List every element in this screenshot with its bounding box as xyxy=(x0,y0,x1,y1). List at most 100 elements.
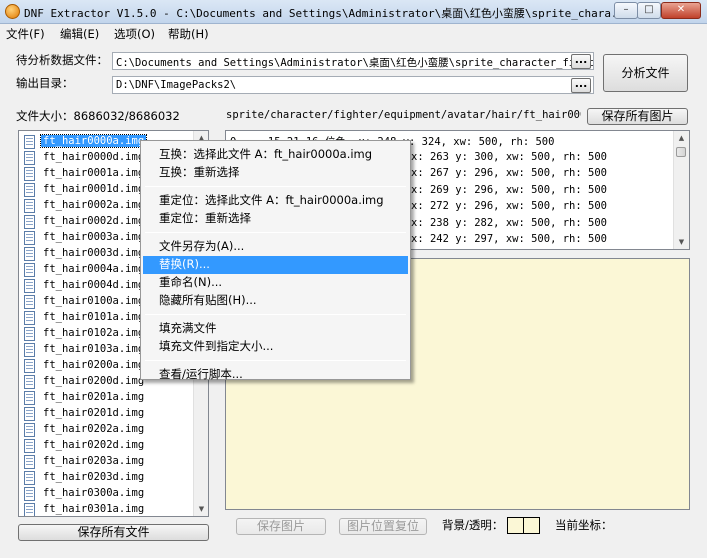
file-name: ft_hair0203a.img xyxy=(43,455,145,467)
file-name: ft_hair0300a.img xyxy=(43,487,145,499)
file-icon xyxy=(24,199,35,213)
frame-list-item[interactable]: x: 238 y: 282, xw: 500, rh: 500 xyxy=(411,217,607,233)
file-list-item[interactable]: ft_hair0301a.img xyxy=(19,502,193,516)
frame-list-item[interactable]: x: 269 y: 296, xw: 500, rh: 500 xyxy=(411,184,607,200)
file-icon xyxy=(24,263,35,277)
context-menu-item[interactable]: 隐藏所有贴图(H)... xyxy=(143,292,408,310)
source-file-input[interactable]: C:\Documents and Settings\Administrator\… xyxy=(112,52,594,70)
file-name: ft_hair0301a.img xyxy=(43,503,145,515)
file-icon xyxy=(24,231,35,245)
file-name: ft_hair0202a.img xyxy=(43,423,145,435)
context-menu-item[interactable]: 重定位：选择此文件 A：ft_hair0000a.img xyxy=(143,192,408,210)
file-icon xyxy=(24,439,35,453)
save-image-button[interactable]: 保存图片 xyxy=(236,518,326,535)
close-button[interactable]: ✕ xyxy=(661,2,701,19)
file-name: ft_hair0003d.img xyxy=(43,247,145,259)
frame-list-item[interactable]: x: 267 y: 296, xw: 500, rh: 500 xyxy=(411,167,607,183)
file-name: ft_hair0004a.img xyxy=(43,263,145,275)
background-color-swatch[interactable] xyxy=(507,517,524,534)
frame-list-scrollbar[interactable]: ▲ ▼ xyxy=(673,131,689,249)
context-menu-item[interactable]: 查看/运行脚本... xyxy=(143,366,408,384)
maximize-button[interactable]: □ xyxy=(637,2,661,19)
file-name: ft_hair0202d.img xyxy=(43,439,145,451)
output-dir-input[interactable]: D:\DNF\ImagePacks2\ xyxy=(112,76,594,94)
file-icon xyxy=(24,151,35,165)
context-menu-item[interactable]: 重定位：重新选择 xyxy=(143,210,408,228)
file-name: ft_hair0203d.img xyxy=(43,471,145,483)
file-icon xyxy=(24,455,35,469)
save-all-files-button[interactable]: 保存所有文件 xyxy=(18,524,209,541)
context-menu-separator xyxy=(145,232,406,233)
file-name: ft_hair0001d.img xyxy=(43,183,145,195)
file-list-item[interactable]: ft_hair0202a.img xyxy=(19,422,193,438)
file-name: ft_hair0101a.img xyxy=(43,311,145,323)
file-name: ft_hair0000a.img xyxy=(39,134,148,148)
file-list-item[interactable]: ft_hair0203d.img xyxy=(19,470,193,486)
transparent-color-swatch[interactable] xyxy=(523,517,540,534)
context-menu-separator xyxy=(145,360,406,361)
context-menu: 互换：选择此文件 A：ft_hair0000a.img 互换：重新选择 重定位：选择… xyxy=(140,140,411,381)
current-path-text: sprite/character/fighter/equipment/avata… xyxy=(226,109,581,121)
window-title: DNF Extractor V1.5.0 - C:\Documents and … xyxy=(24,7,631,20)
app-icon xyxy=(5,4,20,19)
file-icon xyxy=(24,407,35,421)
source-file-label: 待分析数据文件： xyxy=(16,53,108,67)
background-label: 背景/透明： xyxy=(442,518,504,532)
file-name: ft_hair0201d.img xyxy=(43,407,145,419)
file-name: ft_hair0002a.img xyxy=(43,199,145,211)
menu-help[interactable]: 帮助(H) xyxy=(168,26,209,42)
file-icon xyxy=(24,295,35,309)
file-list-item[interactable]: ft_hair0201a.img xyxy=(19,390,193,406)
context-menu-item[interactable]: 重命名(N)... xyxy=(143,274,408,292)
frame-scroll-thumb[interactable] xyxy=(676,147,686,157)
menu-file[interactable]: 文件(F) xyxy=(6,26,45,42)
file-icon xyxy=(24,343,35,357)
menu-options[interactable]: 选项(O) xyxy=(114,26,155,42)
file-list-item[interactable]: ft_hair0202d.img xyxy=(19,438,193,454)
browse-output-button[interactable]: ... xyxy=(571,78,591,93)
context-menu-item[interactable]: 填充文件到指定大小... xyxy=(143,338,408,356)
context-menu-item[interactable]: 互换：重新选择 xyxy=(143,164,408,182)
context-menu-item[interactable]: 替换(R)... xyxy=(143,256,408,274)
reset-position-button[interactable]: 图片位置复位 xyxy=(339,518,427,535)
output-dir-label: 输出目录： xyxy=(16,76,74,90)
file-icon xyxy=(24,471,35,485)
context-menu-item[interactable]: 填充满文件 xyxy=(143,320,408,338)
context-menu-separator xyxy=(145,186,406,187)
scroll-down-icon[interactable]: ▼ xyxy=(194,502,208,516)
frame-list-item[interactable]: x: 242 y: 297, xw: 500, rh: 500 xyxy=(411,233,607,249)
file-icon xyxy=(24,391,35,405)
file-icon xyxy=(24,215,35,229)
frame-list-item[interactable]: x: 272 y: 296, xw: 500, rh: 500 xyxy=(411,200,607,216)
file-list-item[interactable]: ft_hair0300a.img xyxy=(19,486,193,502)
menu-edit[interactable]: 编辑(E) xyxy=(60,26,99,42)
file-list-item[interactable]: ft_hair0203a.img xyxy=(19,454,193,470)
file-name: ft_hair0004d.img xyxy=(43,279,145,291)
file-name: ft_hair0200d.img xyxy=(43,375,145,387)
file-name: ft_hair0001a.img xyxy=(43,167,145,179)
file-name: ft_hair0200a.img xyxy=(43,359,145,371)
context-menu-item[interactable]: 互换：选择此文件 A：ft_hair0000a.img xyxy=(143,146,408,164)
frame-scroll-up-icon[interactable]: ▲ xyxy=(674,131,689,145)
frame-scroll-down-icon[interactable]: ▼ xyxy=(674,235,689,249)
file-icon xyxy=(24,359,35,373)
file-name: ft_hair0000d.img xyxy=(43,151,145,163)
save-all-images-button[interactable]: 保存所有图片 xyxy=(587,108,688,125)
context-menu-item[interactable]: 文件另存为(A)... xyxy=(143,238,408,256)
file-icon xyxy=(24,135,35,149)
menu-bar: 文件(F) 编辑(E) 选项(O) 帮助(H) xyxy=(0,24,707,43)
browse-source-button[interactable]: ... xyxy=(571,54,591,69)
file-name: ft_hair0201a.img xyxy=(43,391,145,403)
file-name: ft_hair0002d.img xyxy=(43,215,145,227)
minimize-button[interactable]: – xyxy=(614,2,638,19)
analyze-file-button[interactable]: 分析文件 xyxy=(603,54,688,92)
file-icon xyxy=(24,247,35,261)
file-icon xyxy=(24,183,35,197)
file-icon xyxy=(24,167,35,181)
title-bar: DNF Extractor V1.5.0 - C:\Documents and … xyxy=(0,0,707,24)
file-list-item[interactable]: ft_hair0201d.img xyxy=(19,406,193,422)
frame-list-item[interactable]: x: 263 y: 300, xw: 500, rh: 500 xyxy=(411,151,607,167)
file-icon xyxy=(24,503,35,516)
current-coord-label: 当前坐标： xyxy=(555,518,613,532)
file-size-text: 文件大小：8686032/8686032 xyxy=(16,109,180,123)
